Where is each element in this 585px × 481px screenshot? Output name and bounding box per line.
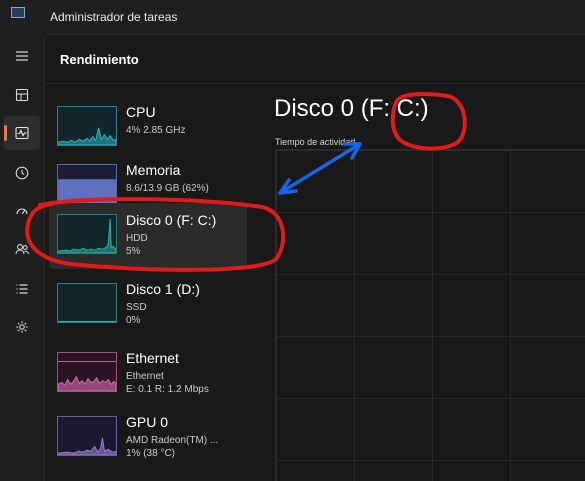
nav-performance[interactable] — [4, 116, 40, 150]
perf-item-type: AMD Radeon(TM) ... — [126, 435, 219, 446]
graph-caption: Tiempo de actividad — [275, 137, 356, 147]
perf-item-type: Ethernet — [126, 371, 164, 382]
page-title: Rendimiento — [60, 52, 139, 67]
perf-item-stat: 8.6/13.9 GB (62%) — [126, 183, 209, 194]
ethernet-thumbnail-graph — [57, 352, 117, 392]
task-manager-app-icon — [11, 7, 25, 18]
header-divider — [45, 83, 585, 84]
active-indicator — [4, 125, 7, 141]
gpu-0-thumbnail-graph — [57, 416, 117, 456]
perf-item-ethernet[interactable]: Ethernet Ethernet E: 0.1 R: 1.2 Mbps — [49, 341, 247, 407]
performance-icon — [15, 126, 29, 140]
nav-details[interactable] — [4, 272, 40, 306]
nav-app-history[interactable] — [4, 156, 40, 190]
perf-item-name: Disco 1 (D:) — [126, 281, 200, 297]
perf-item-name: Disco 0 (F: C:) — [126, 212, 217, 228]
nav-services[interactable] — [4, 310, 40, 344]
hamburger-menu-icon — [16, 51, 28, 61]
perf-item-stat: 5% — [126, 246, 141, 257]
perf-item-disk-0[interactable]: Disco 0 (F: C:) HDD 5% — [49, 203, 247, 269]
performance-list: CPU 4% 2.85 GHz Memoria 8.6/13.9 GB (62%… — [45, 85, 267, 481]
disk-1-thumbnail-graph — [57, 283, 117, 323]
perf-item-stat: 0% — [126, 315, 141, 326]
perf-item-name: Memoria — [126, 162, 181, 178]
users-icon — [15, 244, 29, 255]
startup-apps-icon — [16, 208, 28, 215]
services-icon — [16, 321, 28, 333]
perf-item-type: SSD — [126, 302, 147, 313]
nav-processes[interactable] — [4, 78, 40, 112]
active-time-graph — [275, 149, 585, 481]
app-history-icon — [15, 166, 29, 180]
perf-item-disk-1[interactable]: Disco 1 (D:) SSD 0% — [49, 272, 247, 338]
perf-item-name: CPU — [126, 104, 156, 120]
perf-item-gpu-0[interactable]: GPU 0 AMD Radeon(TM) ... 1% (38 °C) — [49, 405, 247, 471]
perf-item-stat: 4% 2.85 GHz — [126, 125, 186, 136]
perf-item-cpu[interactable]: CPU 4% 2.85 GHz — [49, 95, 247, 161]
title-bar: Administrador de tareas — [0, 0, 585, 34]
disk-0-thumbnail-graph — [57, 214, 117, 254]
details-icon — [16, 284, 28, 294]
window-title: Administrador de tareas — [50, 10, 178, 24]
nav-users[interactable] — [4, 232, 40, 266]
perf-item-stat: E: 0.1 R: 1.2 Mbps — [126, 384, 209, 395]
detail-title: Disco 0 (F: C:) — [274, 95, 429, 122]
hamburger-menu-button[interactable] — [4, 39, 40, 73]
main-content: Rendimiento CPU 4% 2.85 GHz Memoria 8.6/… — [44, 34, 585, 481]
nav-startup-apps[interactable] — [4, 194, 40, 228]
perf-item-stat: 1% (38 °C) — [126, 448, 176, 459]
cpu-thumbnail-graph — [57, 106, 117, 146]
perf-item-name: GPU 0 — [126, 414, 169, 430]
perf-item-name: Ethernet — [126, 350, 179, 366]
perf-item-type: HDD — [126, 233, 148, 244]
navigation-rail — [0, 34, 44, 481]
processes-icon — [15, 88, 29, 102]
memory-thumbnail-graph — [57, 164, 117, 204]
